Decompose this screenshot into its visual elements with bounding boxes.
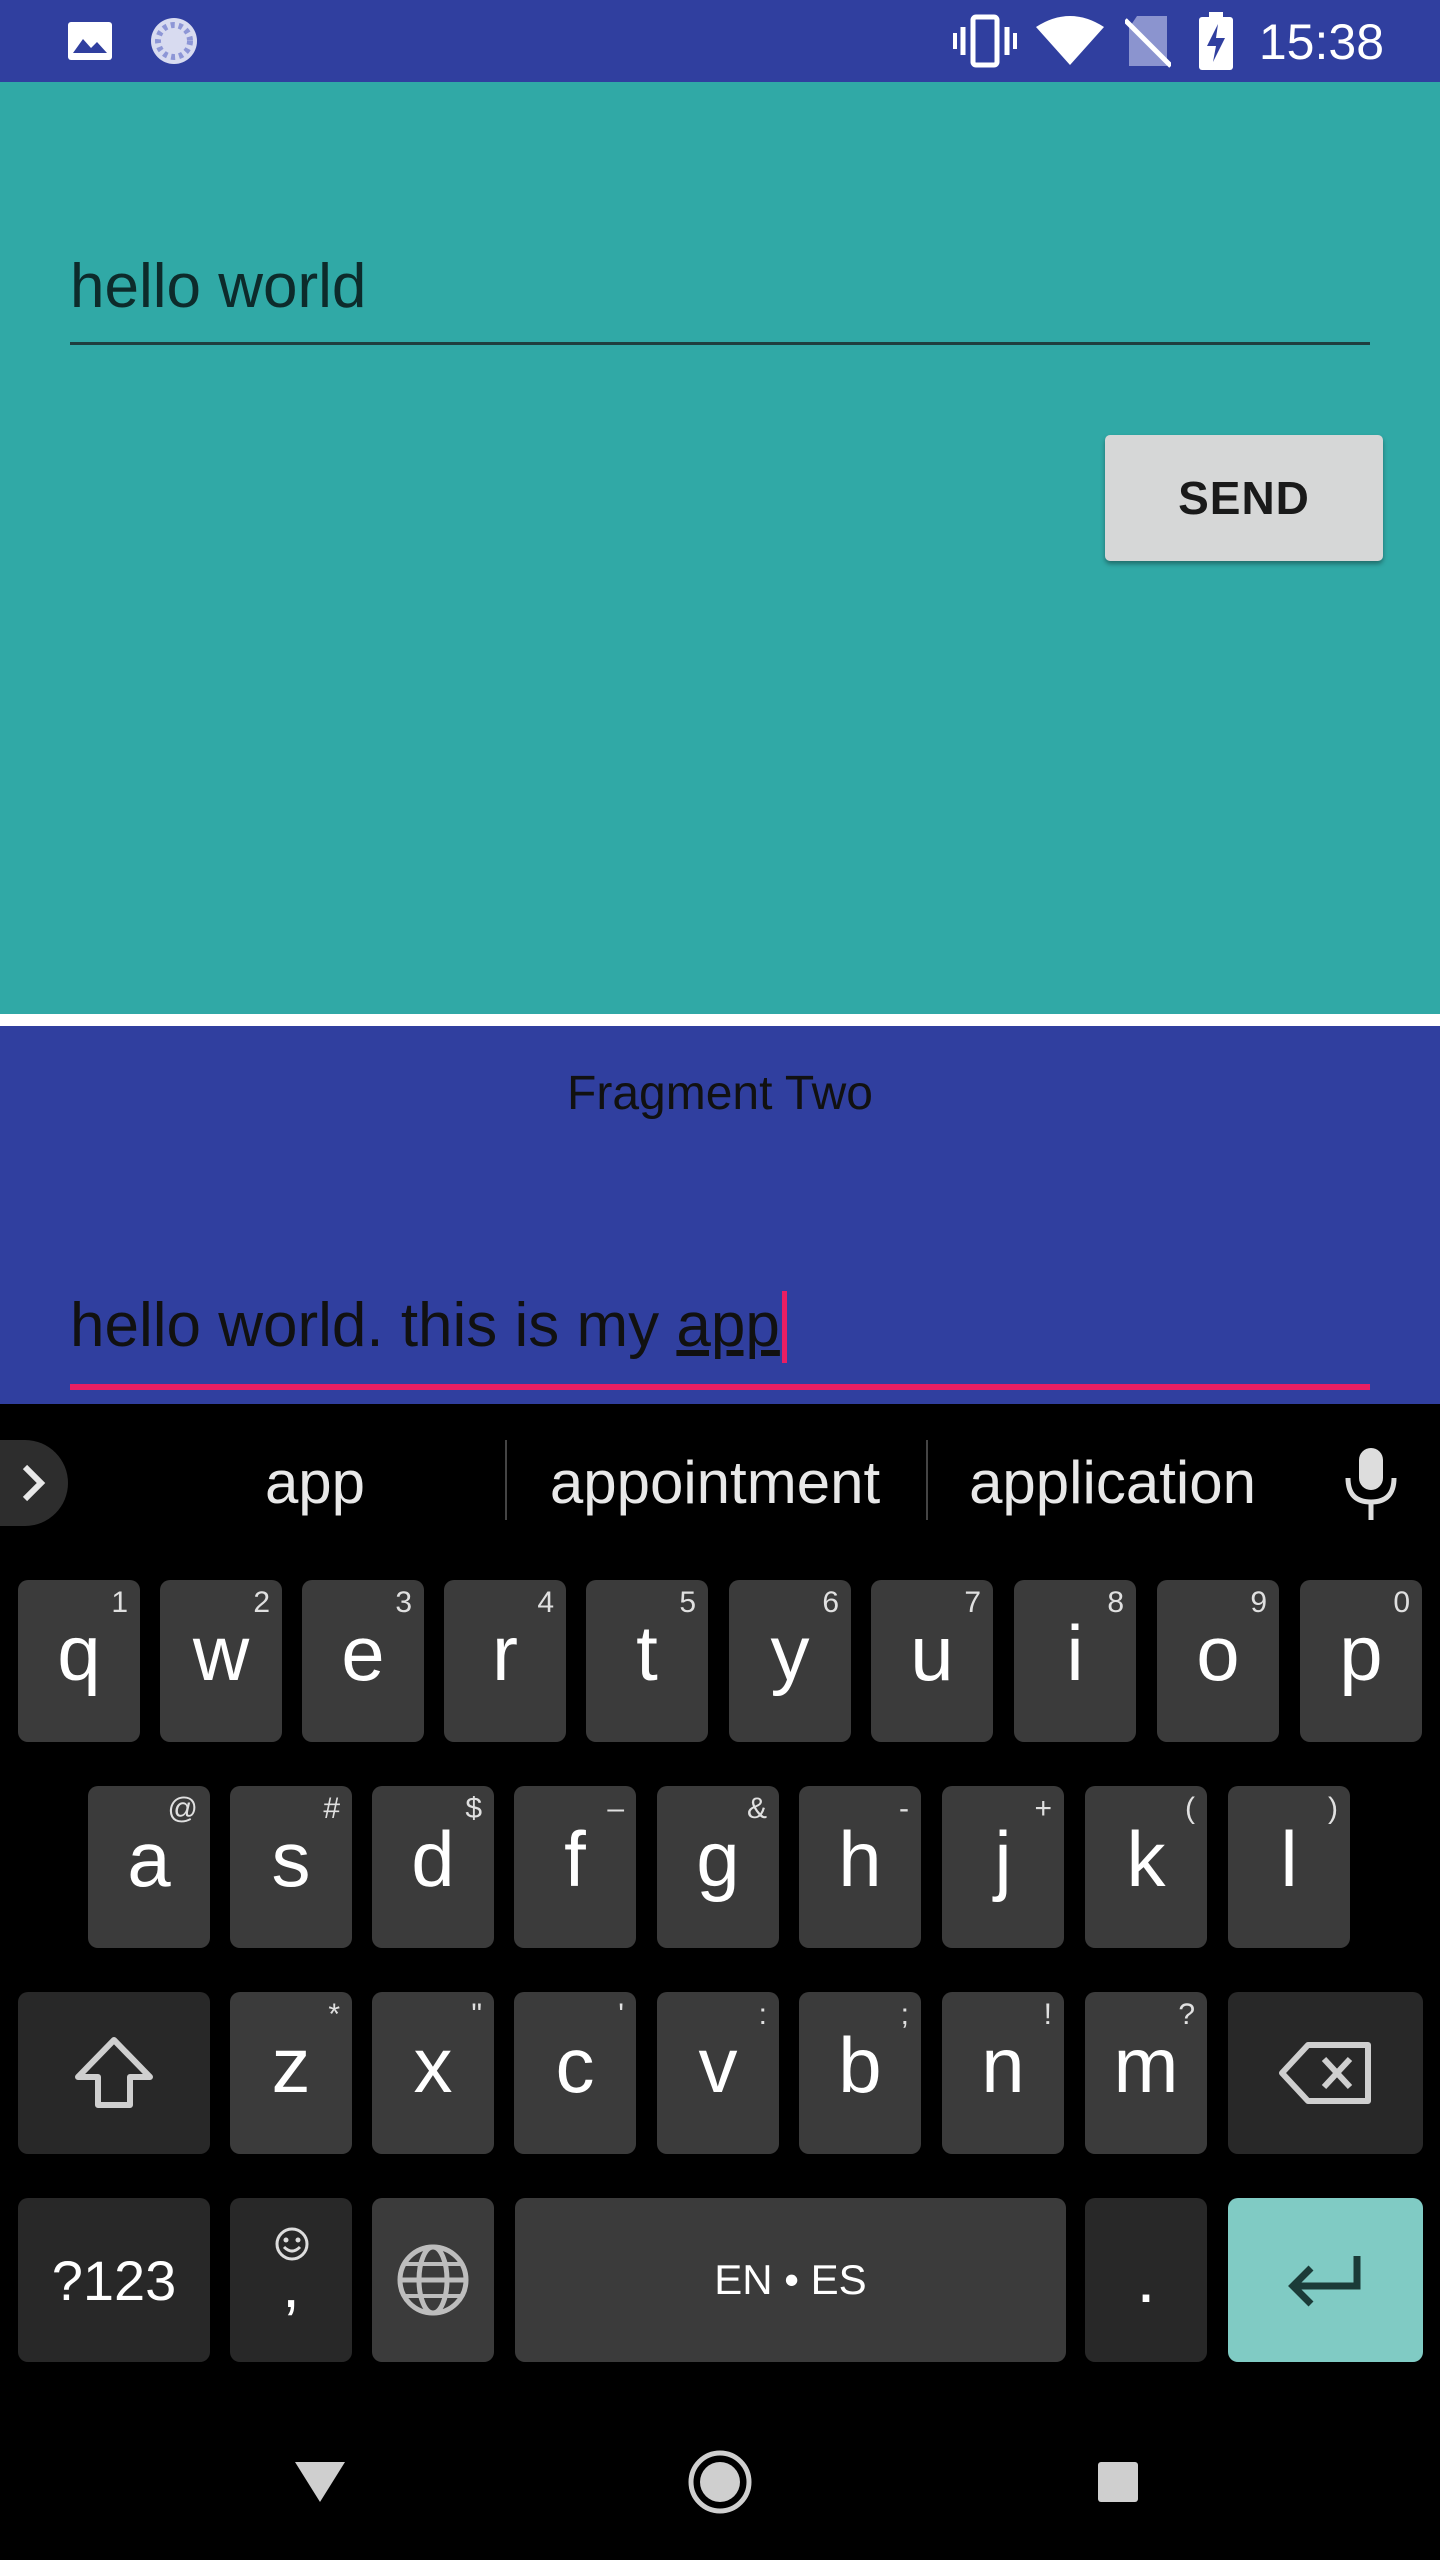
key-k[interactable]: k(	[1085, 1786, 1207, 1948]
key-f[interactable]: f –	[514, 1786, 636, 1948]
key-c[interactable]: c '	[514, 1992, 636, 2154]
expand-toolbar-button[interactable]	[0, 1440, 68, 1526]
space-key[interactable]: EN • ES	[515, 2198, 1066, 2362]
fragment-divider	[0, 1014, 1440, 1026]
status-bar: 15:38	[0, 0, 1440, 82]
suggestion-1[interactable]: app	[140, 1404, 490, 1554]
message-field[interactable]: hello world. this is my app	[70, 1264, 1370, 1390]
comma-label: ,	[282, 2249, 300, 2321]
loading-icon	[146, 0, 202, 82]
key-d[interactable]: d $	[372, 1786, 494, 1948]
key-u[interactable]: u7	[871, 1580, 993, 1742]
fragment-one: hello world SEND	[0, 82, 1440, 1014]
key-z[interactable]: z *	[230, 1992, 352, 2154]
enter-icon	[1287, 2256, 1360, 2307]
key-o[interactable]: o9	[1157, 1580, 1279, 1742]
key-j[interactable]: j +	[942, 1786, 1064, 1948]
send-button[interactable]: SEND	[1105, 435, 1383, 561]
suggestion-strip: app appointment application	[0, 1404, 1440, 1554]
key-v[interactable]: v:	[657, 1992, 779, 2154]
key-r[interactable]: r4	[444, 1580, 566, 1742]
shift-icon	[75, 2037, 153, 2108]
clock: 15:38	[1258, 14, 1384, 70]
suggestion-3[interactable]: application	[935, 1404, 1290, 1554]
home-icon	[688, 2450, 752, 2514]
keyboard: app appointment application q1 w2 e3 r4 …	[0, 1404, 1440, 2404]
key-a[interactable]: a @	[88, 1786, 210, 1948]
key-y[interactable]: y6	[729, 1580, 851, 1742]
text-cursor	[781, 1290, 787, 1363]
key-p[interactable]: p0	[1300, 1580, 1422, 1742]
suggestion-separator	[926, 1440, 928, 1520]
key-s[interactable]: s #	[230, 1786, 352, 1948]
language-key[interactable]	[372, 2198, 494, 2362]
navigation-bar	[0, 2404, 1440, 2560]
key-t[interactable]: t5	[586, 1580, 708, 1742]
back-button[interactable]	[270, 2404, 370, 2560]
suggestion-separator	[505, 1440, 507, 1520]
key-h[interactable]: h-	[799, 1786, 921, 1948]
vibrate-icon	[952, 0, 1018, 82]
no-sim-icon	[1120, 0, 1176, 82]
shift-key[interactable]	[18, 1992, 210, 2154]
battery-charging-icon	[1196, 0, 1236, 82]
composing-word: app	[676, 1291, 780, 1360]
recents-icon	[1098, 2462, 1138, 2502]
fragment-title: Fragment Two	[567, 1067, 873, 1120]
wifi-icon	[1034, 0, 1106, 82]
globe-icon	[397, 2244, 469, 2316]
key-b[interactable]: b;	[799, 1992, 921, 2154]
key-l[interactable]: l)	[1228, 1786, 1350, 1948]
key-q[interactable]: q1	[18, 1580, 140, 1742]
enter-key[interactable]	[1228, 2198, 1423, 2362]
backspace-key[interactable]	[1228, 1992, 1423, 2154]
fragment-two: Fragment Two hello world. this is my app	[0, 1026, 1440, 1404]
key-g[interactable]: g &	[657, 1786, 779, 1948]
key-e[interactable]: e3	[302, 1580, 424, 1742]
chevron-right-icon	[22, 1464, 46, 1502]
image-icon	[64, 0, 116, 82]
home-button[interactable]	[670, 2404, 770, 2560]
back-icon	[295, 2462, 345, 2502]
recents-button[interactable]	[1068, 2404, 1168, 2560]
message-text: hello world. this is my	[70, 1291, 677, 1360]
suggestion-2[interactable]: appointment	[515, 1404, 915, 1554]
period-key[interactable]: .	[1085, 2198, 1207, 2362]
key-n[interactable]: n!	[942, 1992, 1064, 2154]
mic-icon[interactable]	[1340, 1444, 1402, 1524]
key-i[interactable]: i8	[1014, 1580, 1136, 1742]
symbols-key[interactable]: ?123	[18, 2198, 210, 2362]
backspace-icon	[1278, 2042, 1371, 2104]
key-m[interactable]: m?	[1085, 1992, 1207, 2154]
emoji-comma-key[interactable]: ,	[230, 2198, 352, 2362]
message-input[interactable]: hello world	[70, 232, 1370, 345]
key-w[interactable]: w2	[160, 1580, 282, 1742]
key-x[interactable]: x "	[372, 1992, 494, 2154]
